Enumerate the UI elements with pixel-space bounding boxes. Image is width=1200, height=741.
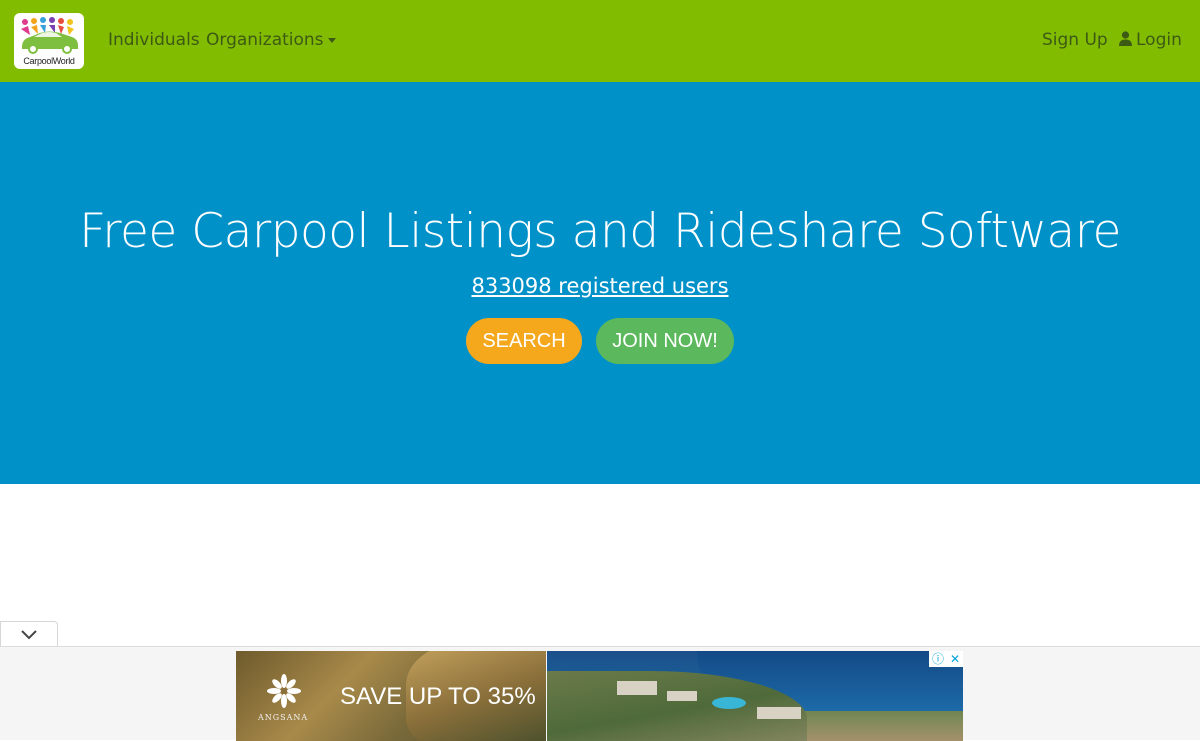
chevron-down-icon bbox=[21, 630, 37, 640]
nav-login-link[interactable]: Login bbox=[1119, 30, 1182, 50]
nav-organizations-label: Organizations bbox=[206, 30, 324, 50]
ad-creative-left[interactable]: ANGSANA SAVE UP TO 35% bbox=[236, 651, 546, 741]
ad-banner: ANGSANA SAVE UP TO 35% ⓘ ✕ bbox=[0, 646, 1200, 741]
registered-users-link[interactable]: 833098 registered users bbox=[0, 274, 1200, 298]
nav-individuals-link[interactable]: Individuals bbox=[108, 30, 200, 50]
nav-login-label: Login bbox=[1136, 30, 1182, 50]
user-icon bbox=[1119, 31, 1132, 46]
hero-title: Free Carpool Listings and Rideshare Soft… bbox=[79, 204, 1121, 259]
top-navbar: CarpoolWorld Individuals Organizations S… bbox=[0, 0, 1200, 82]
ad-choices: ⓘ ✕ bbox=[929, 651, 963, 667]
ad-brand-text: ANGSANA bbox=[258, 713, 309, 722]
search-button[interactable]: SEARCH bbox=[466, 318, 582, 364]
info-icon[interactable]: ⓘ bbox=[932, 651, 944, 667]
ad-headline: SAVE UP TO 35% bbox=[340, 683, 536, 710]
pool bbox=[712, 697, 746, 709]
join-now-button[interactable]: JOIN NOW! bbox=[596, 318, 734, 364]
caret-down-icon bbox=[327, 37, 336, 43]
nav-sign-up-link[interactable]: Sign Up bbox=[1042, 30, 1108, 50]
car-logo-icon bbox=[21, 17, 78, 54]
carpoolworld-logo[interactable]: CarpoolWorld bbox=[14, 13, 84, 69]
angsana-logo-icon bbox=[267, 674, 301, 708]
close-icon[interactable]: ✕ bbox=[950, 651, 960, 667]
ad-collapse-toggle[interactable] bbox=[0, 621, 58, 647]
nav-organizations-dropdown[interactable]: Organizations bbox=[206, 30, 336, 50]
hero-section: Free Carpool Listings and Rideshare Soft… bbox=[0, 82, 1200, 484]
ad-creative-right[interactable]: ⓘ ✕ bbox=[547, 651, 963, 741]
logo-text: CarpoolWorld bbox=[23, 56, 75, 66]
